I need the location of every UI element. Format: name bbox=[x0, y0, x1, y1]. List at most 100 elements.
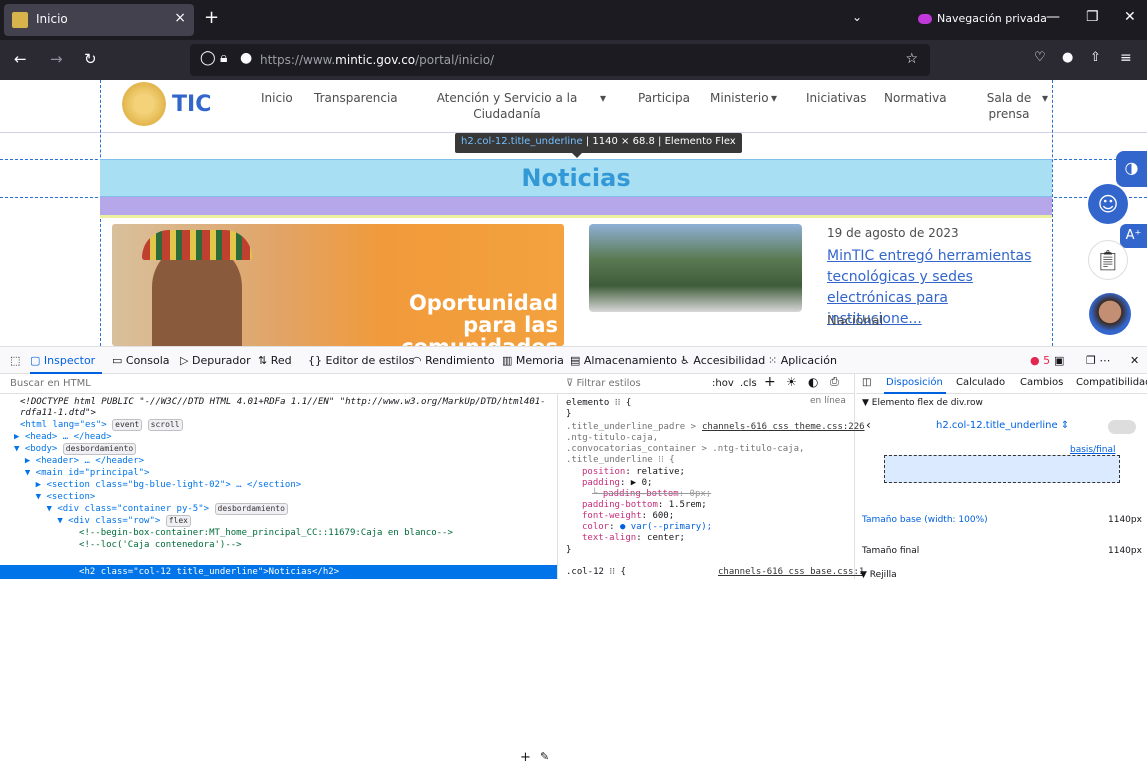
rule-source-link[interactable]: channels-616 css theme.css:226 bbox=[702, 422, 865, 432]
site-logo-text[interactable]: TIC bbox=[172, 92, 211, 117]
container-node[interactable]: ▼ <div class="container py-5"> desbordam… bbox=[14, 503, 571, 515]
reload-icon[interactable]: ↻ bbox=[84, 50, 97, 68]
tab-compatibility[interactable]: Compatibilidad bbox=[1076, 377, 1147, 388]
share-icon[interactable]: ⇧ bbox=[1090, 50, 1101, 65]
menu-item-sala-de-prensa[interactable]: Sala de prensa bbox=[976, 90, 1042, 122]
tab-network[interactable]: ⇅ Red bbox=[258, 354, 292, 367]
lock-icon[interactable]: 🔒︎ bbox=[220, 50, 227, 66]
section-node[interactable]: ▼ <section> bbox=[14, 491, 571, 503]
highlight-toggle[interactable] bbox=[1108, 420, 1136, 434]
dark-mode-icon[interactable]: ◐ bbox=[808, 375, 818, 389]
tab-memory[interactable]: ▥ Memoria bbox=[502, 354, 564, 367]
tab-computed[interactable]: Calculado bbox=[956, 377, 1005, 388]
accessibility-user-icon[interactable]: ☺ bbox=[1088, 184, 1128, 224]
extension-icon[interactable]: ● bbox=[1062, 50, 1073, 65]
tab-debugger[interactable]: ▷ Depurador bbox=[180, 354, 251, 367]
tab-style-editor[interactable]: {} Editor de estilos bbox=[308, 354, 414, 367]
comment-node[interactable]: <!--begin-box-container:MT_home_principa… bbox=[14, 527, 571, 539]
overflow-badge[interactable]: desbordamiento bbox=[62, 443, 137, 455]
head-node[interactable]: ▶ <head> … </head> bbox=[14, 431, 571, 443]
minimize-icon[interactable]: — bbox=[1046, 9, 1060, 25]
settings-icon[interactable]: ❐ ⋯ bbox=[1086, 354, 1110, 367]
menu-item-participa[interactable]: Participa bbox=[638, 90, 690, 106]
tab-layout[interactable]: Disposición bbox=[886, 377, 943, 388]
declaration[interactable]: padding: ▶ 0; bbox=[582, 478, 652, 489]
main-node[interactable]: ▼ <main id="principal"> bbox=[14, 467, 571, 479]
html-node[interactable]: <html lang="es"> event scroll bbox=[20, 419, 577, 431]
tab-performance[interactable]: ◠ Rendimiento bbox=[412, 354, 495, 367]
comment-node[interactable]: <!--loc('Caja contenedora')--> bbox=[14, 539, 571, 551]
news-photo[interactable] bbox=[589, 224, 802, 312]
filter-styles-input[interactable]: ⊽ Filtrar estilos bbox=[566, 378, 641, 389]
section-node[interactable]: ▶ <section class="bg-blue-light-02"> … <… bbox=[14, 479, 571, 491]
flex-item-select[interactable]: h2.col-12.title_underline ⇕ bbox=[936, 420, 1069, 431]
declaration[interactable]: padding-bottom: 1.5rem; bbox=[582, 500, 707, 511]
declaration[interactable]: text-align: center; bbox=[582, 533, 685, 544]
menu-item-atencion[interactable]: Atención y Servicio a la Ciudadanía bbox=[436, 90, 578, 122]
close-tab-icon[interactable]: × bbox=[174, 10, 186, 26]
menu-item-normativa[interactable]: Normativa bbox=[884, 90, 947, 106]
close-devtools-icon[interactable]: ✕ bbox=[1130, 354, 1139, 367]
row-node[interactable]: ▼ <div class="row"> flex bbox=[14, 515, 571, 527]
permissions-icon[interactable]: ● bbox=[240, 50, 252, 66]
colombia-shield-icon[interactable] bbox=[122, 82, 166, 126]
pick-element-icon[interactable]: ⬚ bbox=[10, 354, 20, 367]
add-node-icon[interactable]: + bbox=[520, 750, 531, 765]
tab-application[interactable]: ⁙ Aplicación bbox=[768, 354, 837, 367]
body-node[interactable]: ▼ <body> desbordamiento bbox=[14, 443, 571, 455]
back-arrow-icon[interactable]: ‹ bbox=[866, 418, 871, 432]
rule-source-link[interactable]: channels-616 css base.css:1 bbox=[718, 567, 864, 577]
avatar[interactable] bbox=[1089, 293, 1131, 335]
shield-icon[interactable]: ◯ bbox=[200, 50, 216, 66]
eyedropper-icon[interactable]: ✎ bbox=[540, 750, 549, 763]
declaration[interactable]: color: ● var(--primary); bbox=[582, 522, 712, 533]
tab-inspector[interactable]: ▢ Inspector bbox=[30, 354, 95, 367]
declaration[interactable]: font-weight: 600; bbox=[582, 511, 674, 522]
dock-icon[interactable]: ▣ bbox=[1054, 354, 1064, 367]
bookmark-star-icon[interactable]: ☆ bbox=[905, 51, 918, 67]
tab-storage[interactable]: ▤ Almacenamiento bbox=[570, 354, 677, 367]
print-mode-icon[interactable]: ⎙ bbox=[830, 375, 839, 389]
flex-badge[interactable]: flex bbox=[165, 515, 191, 527]
text-size-icon[interactable]: A⁺ bbox=[1120, 224, 1147, 248]
h2-node[interactable]: <h2 class="col-12 title_underline">Notic… bbox=[14, 566, 571, 578]
menu-item-ministerio[interactable]: Ministerio bbox=[710, 90, 769, 106]
overridden-declaration[interactable]: └ padding-bottom: 0px; bbox=[592, 489, 711, 500]
clipboard-icon[interactable]: 📋︎ bbox=[1088, 240, 1128, 280]
add-rule-icon[interactable]: + bbox=[764, 374, 776, 390]
html-search-input[interactable]: Buscar en HTML bbox=[0, 374, 558, 394]
light-mode-icon[interactable]: ☀ bbox=[786, 375, 797, 389]
doctype-line[interactable]: rdfa11-1.dtd"> bbox=[20, 407, 577, 419]
event-badge[interactable]: event bbox=[112, 419, 143, 431]
tab-inicio[interactable]: Inicio × bbox=[4, 4, 194, 36]
tab-accessibility[interactable]: ♿︎ Accesibilidad bbox=[680, 354, 765, 367]
header-node[interactable]: ▶ <header> … </header> bbox=[14, 455, 571, 467]
scroll-badge[interactable]: scroll bbox=[147, 419, 183, 431]
sidebar-toggle-icon[interactable]: ◫ bbox=[862, 377, 871, 388]
dropdown-chevron-icon[interactable]: ▾ bbox=[771, 90, 777, 106]
pocket-icon[interactable]: ♡ bbox=[1034, 50, 1046, 65]
contrast-icon[interactable]: ◑ bbox=[1116, 151, 1147, 187]
close-window-icon[interactable]: ✕ bbox=[1124, 9, 1136, 25]
new-tab-icon[interactable]: + bbox=[204, 7, 219, 28]
promo-banner[interactable]: Oportunidad para las comunidades bbox=[112, 224, 564, 346]
cls-toggle[interactable]: .cls bbox=[740, 378, 757, 389]
tab-changes[interactable]: Cambios bbox=[1020, 377, 1063, 388]
menu-icon[interactable]: ≡ bbox=[1120, 50, 1132, 66]
element-rule[interactable]: elemento ⁝⁝ { bbox=[566, 398, 631, 409]
forward-icon[interactable]: → bbox=[50, 50, 63, 68]
menu-item-iniciativas[interactable]: Iniciativas bbox=[806, 90, 867, 106]
flex-section-header[interactable]: ▼ Elemento flex de div.row bbox=[862, 398, 983, 408]
error-count[interactable]: ● 5 bbox=[1030, 354, 1050, 367]
dropdown-chevron-icon[interactable]: ▾ bbox=[600, 90, 606, 106]
restore-icon[interactable]: ❐ bbox=[1086, 9, 1099, 25]
declaration[interactable]: position: relative; bbox=[582, 467, 685, 478]
overflow-badge[interactable]: desbordamiento bbox=[214, 503, 288, 515]
hover-toggle[interactable]: :hov bbox=[712, 378, 734, 389]
menu-item-inicio[interactable]: Inicio bbox=[261, 90, 293, 106]
menu-item-transparencia[interactable]: Transparencia bbox=[314, 90, 398, 106]
url-bar[interactable]: ◯ 🔒︎ ● https://www.mintic.gov.co/portal/… bbox=[190, 44, 930, 76]
rule-selector[interactable]: .col-12 ⁝⁝ { bbox=[566, 567, 626, 578]
tab-console[interactable]: ▭ Consola bbox=[112, 354, 170, 367]
dropdown-chevron-icon[interactable]: ▾ bbox=[1042, 90, 1048, 106]
